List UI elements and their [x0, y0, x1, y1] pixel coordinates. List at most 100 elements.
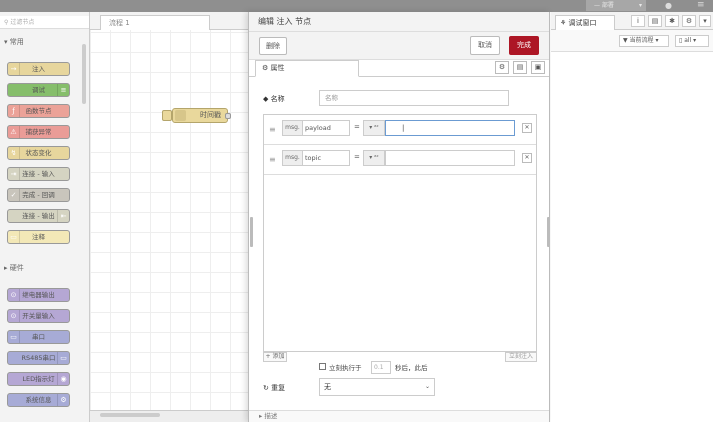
- remove-row-button[interactable]: ✕: [522, 153, 532, 163]
- palette-search-input[interactable]: ⚲ 过滤节点: [0, 16, 89, 29]
- node-palette: ⚲ 过滤节点 ▾ 常用 → 注入 调试 ≡ ƒ 函数节点 ⚠ 捕获异常 ↯ 状态…: [0, 12, 90, 422]
- flow-workspace[interactable]: 流程 1: [90, 12, 248, 422]
- header-bar: — 部署 ▾ ● ≡: [0, 0, 713, 12]
- property-name-input[interactable]: payload: [302, 120, 350, 136]
- palette-node-status[interactable]: ↯ 状态变化: [7, 146, 70, 160]
- repeat-select[interactable]: 无 ⌄: [319, 378, 435, 396]
- palette-node-catch[interactable]: ⚠ 捕获异常: [7, 125, 70, 139]
- tab-debug[interactable]: ⚘ 调试窗口: [555, 15, 615, 30]
- complete-icon: ✓: [8, 189, 20, 201]
- equals-sign: =: [354, 123, 360, 131]
- description-tab-icon[interactable]: ▤: [513, 61, 527, 74]
- property-value-input[interactable]: |: [385, 120, 515, 136]
- remove-row-button[interactable]: ✕: [522, 123, 532, 133]
- search-placeholder: 过滤节点: [10, 19, 35, 26]
- filter-all-label: all: [684, 37, 692, 44]
- palette-node-link-out[interactable]: 连接 - 输出 ⇤: [7, 209, 70, 223]
- cancel-button[interactable]: 取消: [470, 36, 500, 55]
- inject-once-delay-input[interactable]: 0.1: [371, 361, 391, 374]
- palette-node-complete[interactable]: ✓ 完成 - 回调: [7, 188, 70, 202]
- hamburger-icon[interactable]: ≡: [697, 0, 705, 10]
- switch-icon: ⊙: [8, 310, 20, 322]
- category-common[interactable]: ▾ 常用: [0, 36, 82, 49]
- palette-node-digital-in[interactable]: ⊙ 开关量输入: [7, 309, 70, 323]
- drag-handle-icon[interactable]: ≡: [269, 125, 276, 134]
- palette-node-rs485[interactable]: RS485串口 ▭: [7, 351, 70, 365]
- msg-prefix: msg.: [282, 150, 302, 166]
- palette-node-inject[interactable]: → 注入: [7, 62, 70, 76]
- palette-node-label: 注释: [32, 233, 45, 241]
- sidebar: ⚘ 调试窗口 i ▤ ✱ ⚙ ▾ ▼ 当前流程 ▾ ▯ all ▾: [551, 12, 713, 422]
- done-button[interactable]: 完成: [509, 36, 539, 55]
- comment-icon: ▭: [8, 231, 20, 243]
- palette-node-label: 捕获异常: [25, 128, 52, 136]
- gear-icon[interactable]: ⚙: [682, 15, 696, 27]
- property-value-input[interactable]: [385, 150, 515, 166]
- filter-node-label: 当前流程: [629, 37, 654, 44]
- inject-icon: →: [8, 63, 20, 75]
- filter-all-select[interactable]: ▯ all ▾: [675, 35, 709, 47]
- palette-node-label: LED指示灯: [22, 375, 55, 383]
- palette-node-link-in[interactable]: ⇥ 连接 - 输入: [7, 167, 70, 181]
- inject-trigger-button[interactable]: [162, 110, 172, 121]
- palette-node-label: 注入: [32, 65, 45, 73]
- filter-node-select[interactable]: ▼ 当前流程 ▾: [619, 35, 669, 47]
- workspace-scrollbar[interactable]: [90, 410, 248, 422]
- tray-resize-handle[interactable]: [250, 217, 253, 247]
- description-section[interactable]: ▸ 描述: [249, 410, 549, 422]
- inject-icon: [175, 110, 186, 121]
- tab-flow-1[interactable]: 流程 1: [100, 15, 210, 30]
- palette-scrollbar[interactable]: [82, 44, 86, 104]
- palette-node-led[interactable]: LED指示灯 ◉: [7, 372, 70, 386]
- deploy-button[interactable]: — 部署 ▾: [586, 0, 646, 11]
- output-port[interactable]: [225, 113, 231, 119]
- debug-icon: ≡: [57, 84, 69, 96]
- book-icon[interactable]: ▤: [648, 15, 662, 27]
- repeat-label: ↻ 重复: [263, 384, 286, 392]
- chevron-down-icon[interactable]: ▾: [699, 15, 711, 27]
- property-name-input[interactable]: topic: [302, 150, 350, 166]
- type-select[interactable]: ▾ ᵃᶻ: [363, 150, 385, 166]
- debug-tab-label: 调试窗口: [568, 19, 597, 27]
- led-icon: ◉: [57, 373, 69, 385]
- inject-once-label: 立刻执行于: [329, 364, 362, 372]
- palette-node-label: 继电器输出: [22, 291, 55, 299]
- add-property-button[interactable]: + 添加: [263, 352, 287, 362]
- flow-node-label: 时间戳: [200, 111, 221, 119]
- function-icon: ƒ: [8, 105, 20, 117]
- user-icon[interactable]: ●: [665, 1, 672, 10]
- palette-node-function[interactable]: ƒ 函数节点: [7, 104, 70, 118]
- tab-properties[interactable]: ⚙ 属性: [255, 60, 359, 77]
- category-hardware[interactable]: ▸ 硬件: [0, 262, 82, 275]
- debug-tab-icon[interactable]: ✱: [665, 15, 679, 27]
- drag-handle-icon[interactable]: ≡: [269, 155, 276, 164]
- chevron-down-icon: ⌄: [424, 383, 430, 390]
- palette-node-relay[interactable]: ⊙ 继电器输出: [7, 288, 70, 302]
- palette-node-debug[interactable]: 调试 ≡: [7, 83, 70, 97]
- info-icon[interactable]: i: [631, 15, 645, 27]
- deploy-label: — 部署: [594, 2, 614, 9]
- inject-once-checkbox[interactable]: [319, 363, 326, 370]
- edit-tray: 编辑 注入 节点 删除 取消 完成 ⚙ 属性 ⚙ ▤ ▣ ◆ 名称 名称 ≡ m…: [248, 12, 550, 422]
- msg-prefix: msg.: [282, 120, 302, 136]
- flow-node-inject[interactable]: 时间戳: [162, 108, 231, 123]
- equals-sign: =: [354, 153, 360, 161]
- settings-tab-icon[interactable]: ⚙: [495, 61, 509, 74]
- gear-icon: ⚙: [57, 394, 69, 406]
- sidebar-resize-handle[interactable]: [547, 217, 550, 247]
- name-input[interactable]: 名称: [319, 90, 509, 106]
- delete-button[interactable]: 删除: [259, 37, 287, 55]
- tray-tabs: ⚙ 属性 ⚙ ▤ ▣: [249, 60, 549, 77]
- link-in-icon: ⇥: [8, 168, 20, 180]
- palette-node-serial[interactable]: ▭ 串口: [7, 330, 70, 344]
- type-select[interactable]: ▾ ᵃᶻ: [363, 120, 385, 136]
- inject-now-button[interactable]: 立刻注入: [505, 352, 537, 362]
- sidebar-header: ⚘ 调试窗口 i ▤ ✱ ⚙ ▾: [551, 12, 713, 30]
- palette-node-sysinfo[interactable]: 系统信息 ⚙: [7, 393, 70, 407]
- palette-node-label: 状态变化: [25, 149, 52, 157]
- appearance-tab-icon[interactable]: ▣: [531, 61, 545, 74]
- status-icon: ↯: [8, 147, 20, 159]
- chevron-down-icon[interactable]: ▾: [639, 0, 642, 11]
- palette-node-comment[interactable]: ▭ 注释: [7, 230, 70, 244]
- palette-node-label: 连接 - 输出: [22, 212, 55, 220]
